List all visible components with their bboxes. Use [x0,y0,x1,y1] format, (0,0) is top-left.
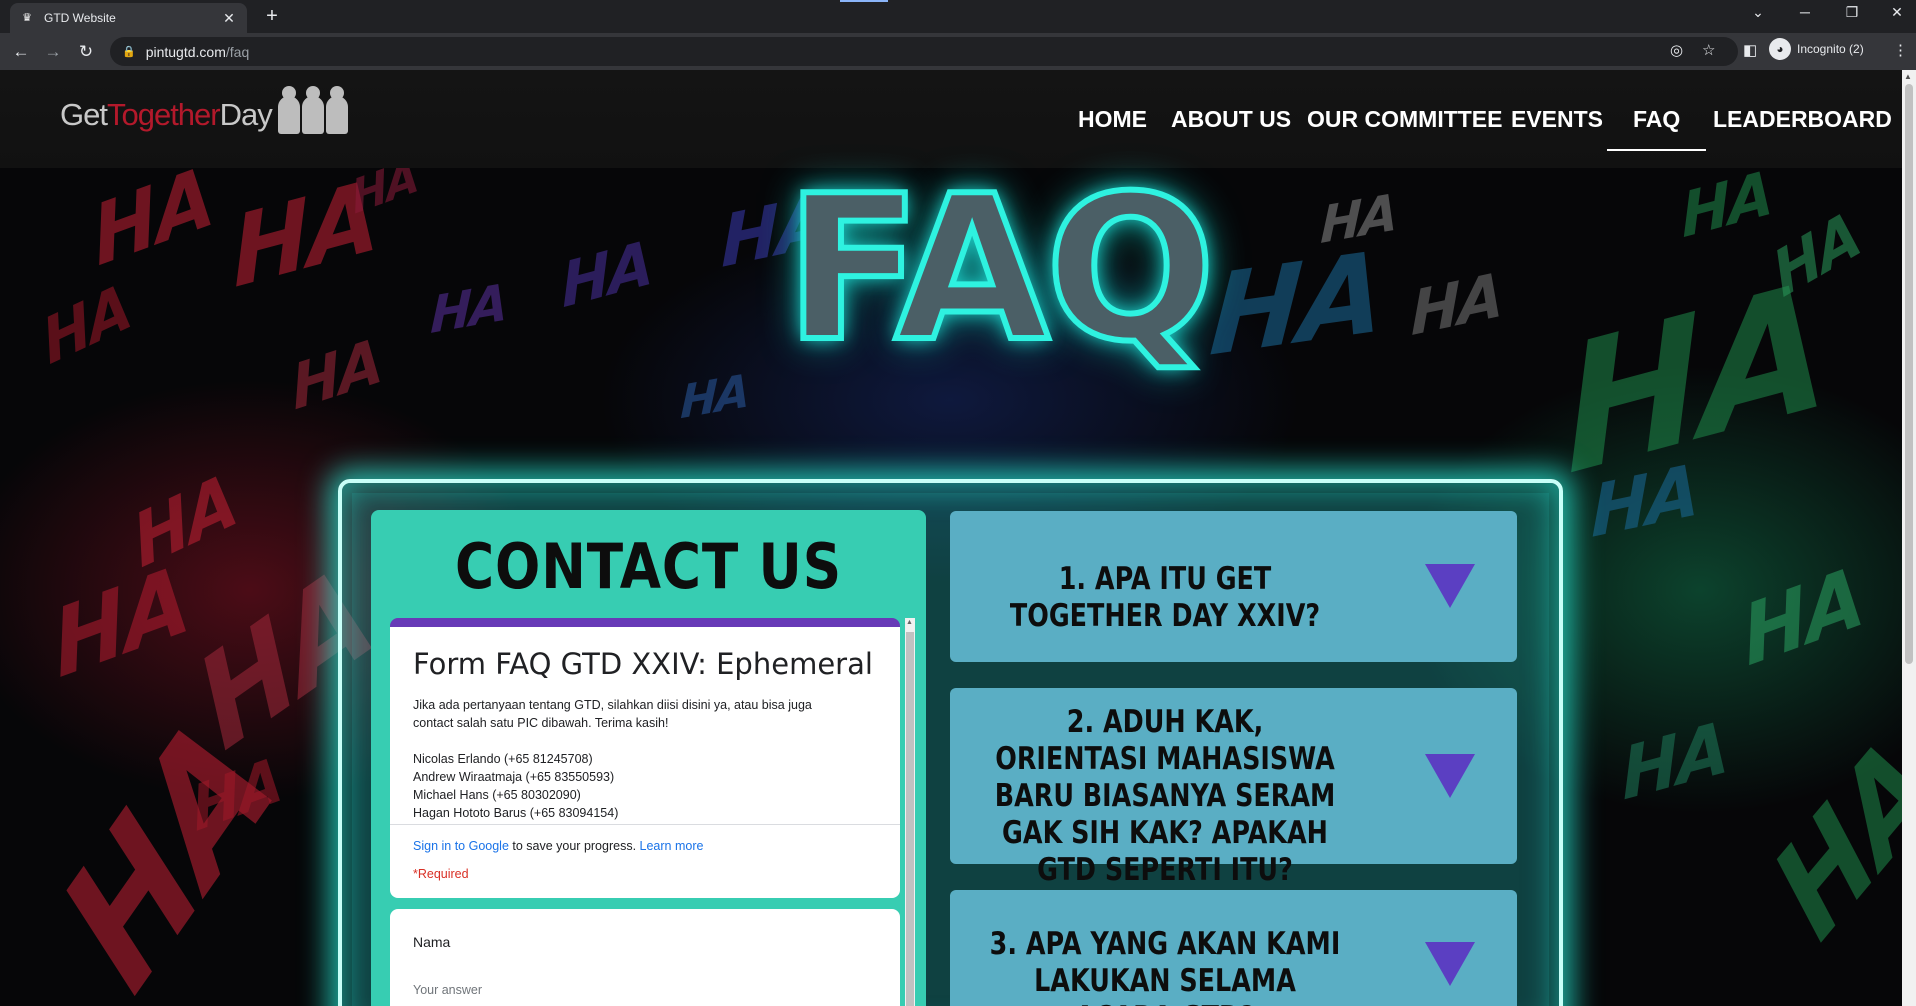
site-logo[interactable]: Get Together Day [60,86,348,134]
form-description: Jika ada pertanyaan tentang GTD, silahka… [413,698,812,820]
nav-about-us[interactable]: ABOUT US [1171,106,1291,133]
form-scrollbar[interactable]: ▲ [905,618,915,1006]
crown-icon: ♛ [22,12,32,24]
logo-text-get: Get [60,97,108,132]
profile-label: Incognito (2) [1797,42,1864,56]
incognito-profile[interactable]: ◕ Incognito (2) [1769,38,1864,60]
nav-leaderboard[interactable]: LEADERBOARD [1713,106,1892,133]
expand-triangle-icon[interactable] [1425,564,1475,608]
tab-search-icon[interactable]: ⌄ [1746,4,1770,21]
faq-question-3: 3. APA YANG AKAN KAMI LAKUKAN SELAMA ACA… [989,926,1341,1006]
faq-question-1: 1. APA ITU GET TOGETHER DAY XXIV? [1009,561,1321,634]
signin-text: to save your progress. [508,839,640,853]
form-divider [390,824,900,825]
form-title: Form FAQ GTD XXIV: Ephemeral [413,647,873,681]
forward-icon[interactable]: → [41,40,65,64]
faq-question-2: 2. ADUH KAK, ORIENTASI MAHASISWA BARU BI… [994,704,1336,888]
learn-more-link[interactable]: Learn more [640,839,704,853]
tab-title: GTD Website [44,11,116,25]
nav-home[interactable]: HOME [1078,106,1147,133]
close-window-icon[interactable]: ✕ [1885,4,1909,21]
page-scrollbar[interactable]: ▲ [1902,70,1916,1006]
browser-tab[interactable]: ♛ GTD Website ✕ [10,3,247,33]
signin-link[interactable]: Sign in to Google [413,839,509,853]
contact-title: CONTACT US [455,530,842,603]
new-tab-button[interactable]: + [260,5,284,29]
faq-heading: FAQ [782,153,1218,386]
browser-tab-bar: ♛ GTD Website ✕ + ⌄ ─ ❐ ✕ [0,0,1916,33]
page-scroll-up-icon[interactable]: ▲ [1904,72,1912,81]
menu-icon[interactable]: ⋮ [1893,41,1908,59]
lock-icon: 🔒 [122,46,136,58]
question-label-nama: Nama [413,934,451,950]
required-note: *Required [413,867,469,881]
page-scroll-thumb[interactable] [1905,84,1913,664]
answer-input-nama[interactable]: Your answer [413,983,482,997]
tab-close-icon[interactable]: ✕ [221,10,237,27]
form-question-card: Nama Your answer [390,909,900,1006]
star-icon[interactable]: ☆ [1702,41,1715,59]
google-form-embed[interactable]: Form FAQ GTD XXIV: Ephemeral Jika ada pe… [390,618,915,1006]
people-group-icon [276,86,348,134]
nav-our-committee[interactable]: OUR COMMITTEE [1307,106,1503,133]
url-domain: pintugtd.com [145,43,226,60]
contact-card: CONTACT US Form FAQ GTD XXIV: Ephemeral … [371,510,926,1006]
form-header-card: Form FAQ GTD XXIV: Ephemeral Jika ada pe… [390,618,900,898]
eye-off-icon[interactable]: ◎ [1670,41,1683,59]
logo-text-together: Together [106,97,221,132]
faq-item-1[interactable]: 1. APA ITU GET TOGETHER DAY XXIV? [950,511,1517,662]
side-panel-icon[interactable]: ◧ [1743,41,1757,59]
reload-icon[interactable]: ↻ [74,40,98,64]
incognito-icon: ◕ [1769,38,1791,60]
form-scroll-thumb[interactable] [906,632,914,1006]
browser-toolbar: ← → ↻ 🔒 pintugtd.com /faq ◎ ☆ ◧ ⋮ [0,33,1916,70]
expand-triangle-icon[interactable] [1425,942,1475,986]
back-icon[interactable]: ← [9,40,33,64]
address-bar[interactable]: 🔒 pintugtd.com /faq [110,37,1738,66]
restore-icon[interactable]: ❐ [1840,4,1864,21]
signin-line: Sign in to Google to save your progress.… [413,839,703,853]
nav-events[interactable]: EVENTS [1511,106,1603,133]
expand-triangle-icon[interactable] [1425,754,1475,798]
faq-item-3[interactable]: 3. APA YANG AKAN KAMI LAKUKAN SELAMA ACA… [950,890,1517,1006]
scroll-up-icon[interactable]: ▲ [906,619,913,626]
tab-indicator [840,0,888,2]
url-path: /faq [225,43,250,60]
page-viewport: HA HA HA HA HA HA HA HA HA HA HA HA HA H… [0,70,1916,1006]
nav-faq[interactable]: FAQ [1606,106,1707,151]
logo-text-day: Day [219,97,273,132]
faq-item-2[interactable]: 2. ADUH KAK, ORIENTASI MAHASISWA BARU BI… [950,688,1517,888]
minimize-icon[interactable]: ─ [1793,4,1817,20]
